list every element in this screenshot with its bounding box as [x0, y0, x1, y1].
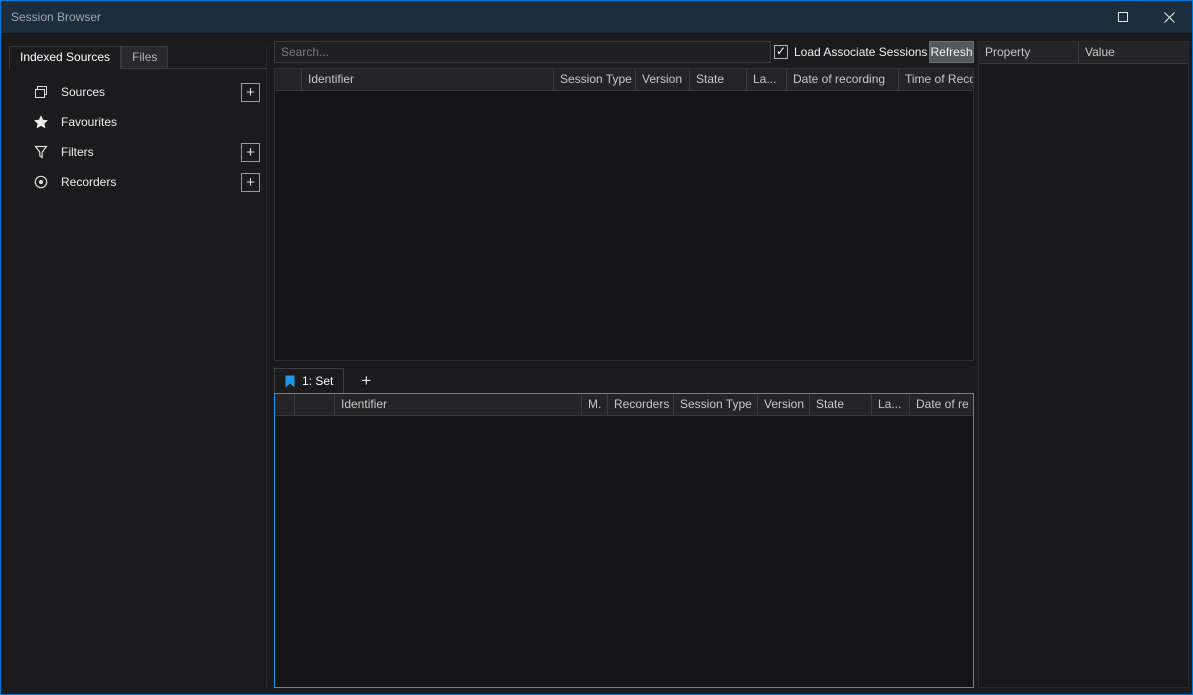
- checkmark-icon: ✓: [776, 45, 786, 57]
- titlebar: Session Browser: [1, 1, 1192, 33]
- bookmark-icon: [285, 375, 295, 388]
- checkbox-box: ✓: [774, 45, 788, 59]
- column-header-la[interactable]: La...: [747, 69, 787, 90]
- column-header-time-of-recording[interactable]: Time of Reco: [899, 69, 973, 90]
- column-header-version[interactable]: Version: [758, 394, 810, 415]
- star-icon: [33, 114, 49, 130]
- set-table-header: Identifier M. Recorders Session Type Ver…: [275, 394, 973, 416]
- load-associate-checkbox[interactable]: ✓ Load Associate Sessions: [774, 41, 927, 63]
- set-tab-label: 1: Set: [302, 374, 333, 388]
- tree-item-label: Sources: [61, 85, 229, 99]
- set-tab-1[interactable]: 1: Set: [274, 368, 344, 393]
- set-tab-bar: 1: Set +: [274, 368, 375, 393]
- sources-stack-icon: [33, 84, 49, 100]
- sources-tree: Sources + Favourites Filters +: [9, 69, 266, 197]
- add-source-button[interactable]: +: [241, 83, 260, 102]
- column-header-date-of-recording[interactable]: Date of recording: [787, 69, 899, 90]
- sessions-table-body: [275, 91, 973, 360]
- tree-item-recorders[interactable]: Recorders +: [9, 167, 266, 197]
- column-header-version[interactable]: Version: [636, 69, 690, 90]
- column-header-state[interactable]: State: [690, 69, 747, 90]
- column-header-blank2[interactable]: [295, 394, 335, 415]
- tree-item-sources[interactable]: Sources +: [9, 77, 266, 107]
- sessions-table-header: Identifier Session Type Version State La…: [275, 69, 973, 91]
- recorder-icon: [33, 174, 49, 190]
- column-header-identifier[interactable]: Identifier: [335, 394, 582, 415]
- session-browser-window: Session Browser Indexed Sources Files: [0, 0, 1193, 695]
- sources-panel: Indexed Sources Files Sources +: [9, 46, 267, 687]
- tree-item-favourites[interactable]: Favourites: [9, 107, 266, 137]
- tree-item-filters[interactable]: Filters +: [9, 137, 266, 167]
- column-header-la[interactable]: La...: [872, 394, 910, 415]
- set-table: Identifier M. Recorders Session Type Ver…: [274, 393, 974, 688]
- column-header-blank[interactable]: [275, 69, 302, 90]
- search-input[interactable]: [274, 41, 771, 63]
- tab-files[interactable]: Files: [121, 46, 168, 68]
- sessions-table: Identifier Session Type Version State La…: [274, 68, 974, 361]
- filter-funnel-icon: [33, 144, 49, 160]
- column-header-recorders[interactable]: Recorders: [608, 394, 674, 415]
- close-icon: [1164, 12, 1175, 23]
- column-header-blank[interactable]: [275, 394, 295, 415]
- tree-item-label: Favourites: [61, 115, 260, 129]
- maximize-icon: [1118, 12, 1128, 22]
- column-header-state[interactable]: State: [810, 394, 872, 415]
- column-header-session-type[interactable]: Session Type: [554, 69, 636, 90]
- maximize-button[interactable]: [1100, 1, 1146, 33]
- add-set-button[interactable]: +: [357, 372, 375, 393]
- property-panel-header: Property Value: [979, 42, 1188, 64]
- load-associate-label: Load Associate Sessions: [794, 45, 927, 59]
- add-filter-button[interactable]: +: [241, 143, 260, 162]
- close-button[interactable]: [1146, 1, 1192, 33]
- property-panel-body: [979, 64, 1188, 687]
- property-panel: Property Value: [978, 41, 1189, 688]
- tab-indexed-sources[interactable]: Indexed Sources: [9, 46, 121, 69]
- window-title: Session Browser: [1, 10, 1100, 24]
- column-header-m[interactable]: M.: [582, 394, 608, 415]
- panel-tab-bar: Indexed Sources Files: [9, 46, 266, 69]
- refresh-button[interactable]: Refresh: [929, 41, 974, 63]
- add-recorder-button[interactable]: +: [241, 173, 260, 192]
- column-header-date-of-recording[interactable]: Date of re: [910, 394, 973, 415]
- property-column-header[interactable]: Property: [979, 42, 1079, 63]
- tree-item-label: Filters: [61, 145, 229, 159]
- tree-item-label: Recorders: [61, 175, 229, 189]
- column-header-session-type[interactable]: Session Type: [674, 394, 758, 415]
- set-table-body: [275, 416, 973, 687]
- value-column-header[interactable]: Value: [1079, 42, 1188, 63]
- column-header-identifier[interactable]: Identifier: [302, 69, 554, 90]
